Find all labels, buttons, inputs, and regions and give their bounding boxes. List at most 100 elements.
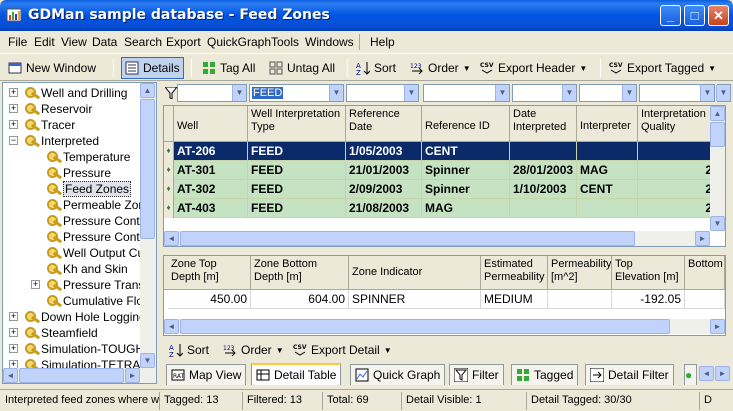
cell-ref-id[interactable]: MAG bbox=[422, 199, 510, 218]
cell-interpreter[interactable]: CENT bbox=[577, 180, 638, 199]
scroll-thumb[interactable] bbox=[180, 231, 635, 246]
expand-icon[interactable]: + bbox=[9, 328, 18, 337]
dropdown-arrow-icon[interactable]: ▼ bbox=[329, 85, 343, 101]
tree-vertical-scrollbar[interactable]: ▲ ▼ bbox=[140, 83, 156, 368]
col-header-zone-top-depth[interactable]: Zone Top Depth [m] bbox=[168, 256, 251, 290]
cell-zone-top-depth[interactable]: 450.00 bbox=[168, 290, 251, 309]
filter-reference-id[interactable]: ▼ bbox=[423, 84, 510, 102]
cell-estimated-permeability[interactable]: MEDIUM bbox=[481, 290, 548, 309]
tab-detail-table[interactable]: Detail Table bbox=[251, 363, 342, 385]
scroll-down-icon[interactable]: ▼ bbox=[140, 353, 155, 368]
col-header-interpreter[interactable]: Interpreter bbox=[577, 106, 638, 142]
tab-scroll-right-icon[interactable]: ► bbox=[715, 366, 730, 381]
cell-ref-id[interactable]: CENT bbox=[422, 142, 510, 161]
scroll-thumb[interactable] bbox=[710, 122, 725, 147]
cell-type[interactable]: FEED bbox=[248, 180, 346, 199]
tree-item-steamfield[interactable]: + Steamfield bbox=[9, 325, 98, 341]
cell-quality[interactable]: 2 bbox=[638, 199, 716, 218]
tab-tagged[interactable]: Tagged bbox=[511, 364, 579, 385]
menu-export[interactable]: Export bbox=[166, 35, 201, 49]
filter-interpretation-quality[interactable]: ▼ bbox=[639, 84, 715, 102]
cell-ref-id[interactable]: Spinner bbox=[422, 180, 510, 199]
menu-view[interactable]: View bbox=[61, 35, 87, 49]
cell-ref-id[interactable]: Spinner bbox=[422, 161, 510, 180]
menu-windows[interactable]: Windows bbox=[305, 35, 354, 49]
expand-icon[interactable]: + bbox=[9, 120, 18, 129]
tree-item-pressure[interactable]: Pressure bbox=[45, 165, 111, 181]
cell-interpreter[interactable]: MAG bbox=[577, 161, 638, 180]
untag-all-button[interactable]: Untag All bbox=[266, 57, 338, 79]
cell-type[interactable]: FEED bbox=[248, 142, 346, 161]
expand-icon[interactable]: + bbox=[9, 344, 18, 353]
cell-quality[interactable]: 2 bbox=[638, 180, 716, 199]
cell-date-interpreted[interactable] bbox=[510, 142, 577, 161]
tag-all-button[interactable]: Tag All bbox=[199, 57, 258, 79]
scroll-left-icon[interactable]: ◄ bbox=[164, 231, 179, 246]
collapse-icon[interactable]: − bbox=[9, 136, 18, 145]
sort-button[interactable]: AZ Sort bbox=[353, 57, 399, 79]
expand-icon[interactable]: + bbox=[9, 312, 18, 321]
tree-item-simulation-tough2[interactable]: + Simulation-TOUGH2 bbox=[9, 341, 151, 357]
tree-item-tracer[interactable]: + Tracer bbox=[9, 117, 75, 133]
tree-item-reservoir[interactable]: + Reservoir bbox=[9, 101, 92, 117]
tab-quick-graph[interactable]: Quick Graph bbox=[350, 364, 446, 385]
header-table-vertical-scrollbar[interactable]: ▲ ▼ bbox=[710, 106, 725, 231]
cell-ref-date[interactable]: 2/09/2003 bbox=[346, 180, 422, 199]
col-header-reference-date[interactable]: Reference Date bbox=[346, 106, 422, 142]
header-table[interactable]: Well Well Interpretation Type Reference … bbox=[163, 105, 726, 247]
cell-interpreter[interactable] bbox=[577, 199, 638, 218]
tree-item-temperature[interactable]: Temperature bbox=[45, 149, 130, 165]
expand-icon[interactable]: + bbox=[31, 280, 40, 289]
cell-ref-date[interactable]: 21/08/2003 bbox=[346, 199, 422, 218]
scroll-right-icon[interactable]: ► bbox=[695, 231, 710, 246]
menu-quickgraph[interactable]: QuickGraph bbox=[207, 35, 271, 49]
scroll-up-icon[interactable]: ▲ bbox=[140, 83, 155, 98]
filter-interpreter[interactable]: ▼ bbox=[579, 84, 637, 102]
cell-bottom-elevation[interactable] bbox=[685, 290, 725, 309]
dropdown-arrow-icon[interactable]: ▼ bbox=[562, 85, 576, 101]
cell-zone-indicator[interactable]: SPINNER bbox=[349, 290, 481, 309]
col-header-bottom-elevation[interactable]: Bottom bbox=[685, 256, 725, 290]
close-button[interactable]: ✕ bbox=[708, 5, 729, 26]
tab-detail-filter[interactable]: Detail Filter bbox=[585, 364, 674, 385]
menu-search[interactable]: Search bbox=[124, 35, 162, 49]
filter-extra[interactable]: ▼ bbox=[716, 84, 731, 102]
dropdown-arrow-icon[interactable]: ▼ bbox=[495, 85, 509, 101]
filter-well[interactable]: ▼ bbox=[177, 84, 247, 102]
scroll-right-icon[interactable]: ► bbox=[125, 368, 140, 383]
export-header-button[interactable]: CSV Export Header ▼ bbox=[477, 57, 590, 79]
scroll-thumb[interactable] bbox=[140, 99, 155, 239]
tree-item-kh-and-skin[interactable]: Kh and Skin bbox=[45, 261, 128, 277]
menu-help[interactable]: Help bbox=[370, 35, 395, 49]
tree-item-down-hole-logging[interactable]: + Down Hole Logging bbox=[9, 309, 146, 325]
expand-icon[interactable]: + bbox=[9, 104, 18, 113]
dropdown-arrow-icon[interactable]: ▼ bbox=[716, 85, 730, 101]
cell-zone-bottom-depth[interactable]: 604.00 bbox=[251, 290, 349, 309]
tree-item-interpreted[interactable]: − Interpreted bbox=[9, 133, 99, 149]
tab-overflow[interactable]: ● bbox=[684, 364, 697, 385]
scroll-up-icon[interactable]: ▲ bbox=[710, 106, 725, 121]
export-tagged-button[interactable]: CSV Export Tagged ▼ bbox=[606, 57, 719, 79]
tree-item-pressure-control-2[interactable]: Pressure Control bbox=[45, 229, 153, 245]
tree-item-well-and-drilling[interactable]: + Well and Drilling bbox=[9, 85, 127, 101]
tab-scroll-left-icon[interactable]: ◄ bbox=[699, 366, 714, 381]
cell-top-elevation[interactable]: -192.05 bbox=[612, 290, 685, 309]
menu-file[interactable]: File bbox=[8, 35, 27, 49]
cell-quality[interactable]: 2 bbox=[638, 161, 716, 180]
scroll-right-icon[interactable]: ► bbox=[710, 319, 725, 334]
scroll-thumb[interactable] bbox=[19, 368, 124, 383]
tree-item-feed-zones[interactable]: Feed Zones bbox=[45, 181, 132, 197]
header-table-horizontal-scrollbar[interactable]: ◄ ► bbox=[164, 231, 710, 246]
col-header-date-interpreted[interactable]: Date Interpreted bbox=[510, 106, 577, 142]
dropdown-arrow-icon[interactable]: ▼ bbox=[700, 85, 714, 101]
detail-sort-button[interactable]: AZ Sort bbox=[166, 339, 212, 361]
detail-table[interactable]: Zone Top Depth [m] Zone Bottom Depth [m]… bbox=[163, 255, 726, 336]
scroll-left-icon[interactable]: ◄ bbox=[164, 319, 179, 334]
cell-permeability[interactable] bbox=[548, 290, 612, 309]
menu-data[interactable]: Data bbox=[92, 35, 117, 49]
cell-ref-date[interactable]: 1/05/2003 bbox=[346, 142, 422, 161]
tree-item-pressure-transient[interactable]: + Pressure Transient bbox=[29, 277, 156, 293]
cell-well[interactable]: AT-302 bbox=[174, 180, 248, 199]
col-header-well-interpretation-type[interactable]: Well Interpretation Type bbox=[248, 106, 346, 142]
tree-horizontal-scrollbar[interactable]: ◄ ► bbox=[3, 368, 156, 383]
